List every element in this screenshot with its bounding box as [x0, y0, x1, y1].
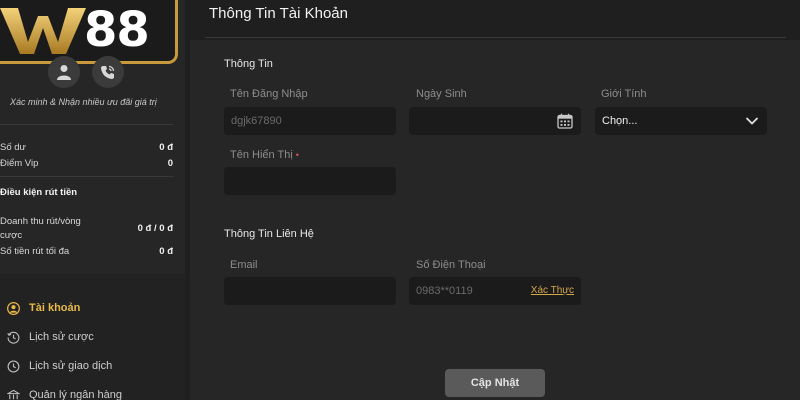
logo-text: 88	[84, 2, 150, 58]
gender-label: Giới Tính	[601, 88, 647, 100]
divider	[0, 124, 173, 125]
email-label: Email	[230, 259, 258, 271]
turnover-label: Doanh thu rút/vòng	[0, 216, 81, 227]
display-name-field[interactable]	[224, 167, 396, 195]
update-button[interactable]: Cập Nhật	[445, 369, 545, 397]
vip-points-value: 0	[167, 158, 173, 169]
bank-icon	[6, 388, 20, 400]
calendar-icon[interactable]	[557, 113, 573, 129]
logo-w-mark	[0, 8, 86, 54]
user-icon	[57, 65, 71, 80]
sidebar-item-label: Lịch sử cược	[29, 331, 94, 343]
info-section-title: Thông Tin	[224, 58, 273, 70]
phone-icon	[101, 65, 115, 79]
birthday-field[interactable]	[409, 107, 581, 135]
profile-button[interactable]	[48, 56, 80, 88]
sidebar-item-label: Lịch sử giao dịch	[29, 360, 113, 372]
username-input[interactable]	[231, 115, 389, 127]
chevron-down-icon	[745, 117, 759, 125]
display-name-label: Tên Hiển Thị •	[230, 149, 299, 161]
phone-label: Số Điện Thoại	[416, 259, 486, 271]
sidebar-item-transaction-history[interactable]: Lịch sử giao dịch	[0, 354, 185, 378]
sidebar-item-label: Tài khoản	[29, 302, 81, 314]
verify-phone-link[interactable]: Xác Thực	[531, 285, 574, 296]
phone-field[interactable]: Xác Thực	[409, 277, 581, 305]
page-title: Thông Tin Tài Khoản	[209, 5, 348, 22]
transaction-icon	[6, 359, 20, 373]
divider	[0, 176, 173, 177]
vip-points-label: Điểm Vip	[0, 158, 39, 169]
sidebar-item-label: Quản lý ngân hàng	[29, 389, 122, 400]
turnover-label-cont: cược	[0, 230, 23, 241]
withdraw-conditions-title: Điều kiện rút tiền	[0, 187, 78, 198]
account-page: 88 Xác minh & Nhận nhiều ưu đãi giá trị …	[0, 0, 800, 400]
sidebar-item-account[interactable]: Tài khoản	[0, 296, 185, 320]
display-name-label-text: Tên Hiển Thị	[230, 149, 293, 161]
turnover-value: 0 đ / 0 đ	[137, 223, 173, 234]
sidebar-item-bet-history[interactable]: Lịch sử cược	[0, 325, 185, 349]
sidebar: 88 Xác minh & Nhận nhiều ưu đãi giá trị …	[0, 0, 185, 400]
gender-selected-value: Chọn...	[602, 115, 638, 127]
username-label: Tên Đăng Nhập	[230, 88, 308, 100]
balance-label: Số dư	[0, 142, 26, 153]
w88-logo[interactable]: 88	[0, 0, 178, 64]
max-withdraw-value: 0 đ	[159, 246, 173, 257]
sidebar-item-bank-management[interactable]: Quản lý ngân hàng	[0, 383, 185, 400]
phone-verify-button[interactable]	[92, 56, 124, 88]
email-field[interactable]	[224, 277, 396, 305]
email-input[interactable]	[231, 285, 389, 297]
balance-value: 0 đ	[159, 142, 173, 153]
birthday-input[interactable]	[416, 115, 574, 127]
required-mark: •	[295, 150, 299, 160]
username-field[interactable]	[224, 107, 396, 135]
sidebar-profile-panel: 88 Xác minh & Nhận nhiều ưu đãi giá trị …	[0, 0, 185, 274]
contact-section-title: Thông Tin Liên Hệ	[224, 228, 314, 240]
birthday-label: Ngày Sinh	[416, 88, 467, 100]
gender-select[interactable]: Chọn...	[595, 107, 767, 135]
history-icon	[6, 330, 20, 344]
max-withdraw-label: Số tiền rút tối đa	[0, 246, 70, 257]
title-divider	[205, 37, 786, 38]
account-icon	[6, 301, 20, 315]
verify-promo-text: Xác minh & Nhận nhiều ưu đãi giá trị	[10, 97, 157, 107]
display-name-input[interactable]	[231, 175, 389, 187]
